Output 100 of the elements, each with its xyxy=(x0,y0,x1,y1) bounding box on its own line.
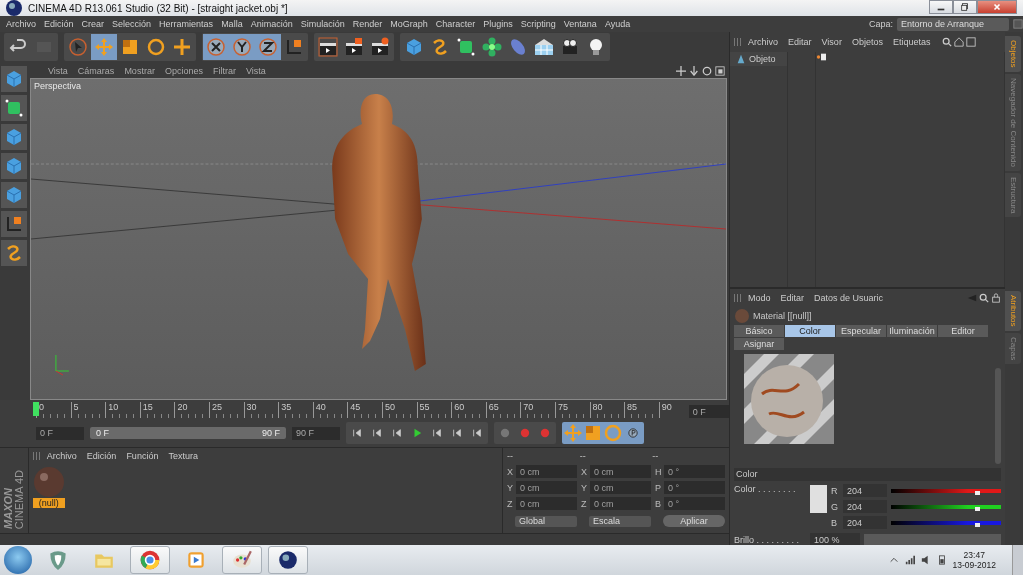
axes-mode-button[interactable] xyxy=(1,211,27,237)
material-menu-item[interactable]: Archivo xyxy=(42,451,81,461)
slider-thumb[interactable] xyxy=(974,522,980,527)
object-menu-item[interactable]: Etiquetas xyxy=(888,37,935,47)
viewport-menu-item[interactable]: Vista xyxy=(241,66,270,76)
channel-value-field[interactable]: 204 xyxy=(843,516,887,529)
coordinate-field[interactable]: 0 cm xyxy=(590,481,651,494)
object-menu-item[interactable]: Visor xyxy=(817,37,846,47)
menu-item[interactable]: Plugins xyxy=(479,19,517,29)
menu-item[interactable]: Ayuda xyxy=(600,19,635,29)
figure-drawing[interactable] xyxy=(332,94,426,371)
viewport-menu-item[interactable]: Opciones xyxy=(160,66,207,76)
coordinate-field[interactable]: 0 cm xyxy=(590,465,651,478)
menu-item[interactable]: Herramientas xyxy=(155,19,218,29)
timeline-ruler[interactable]: 0 5 10 15 20 25 30 35 40 45 50 55 60 65 70 75 80 85 90 xyxy=(36,402,681,418)
menu-item[interactable]: Scripting xyxy=(516,19,560,29)
material-menu-item[interactable]: Edición xyxy=(82,451,121,461)
menu-item[interactable]: Character xyxy=(431,19,480,29)
coordinate-field[interactable]: 0 cm xyxy=(516,497,577,510)
viewport-menu-item[interactable]: Vista xyxy=(44,66,72,76)
close-button[interactable] xyxy=(977,0,1017,14)
search-icon xyxy=(942,37,953,47)
object-row[interactable]: Objeto xyxy=(730,52,787,66)
start-button[interactable] xyxy=(4,546,32,574)
nurbs-cube-mode-button[interactable] xyxy=(1,95,27,121)
taskbar-app-button[interactable] xyxy=(268,546,308,574)
menu-item[interactable]: Animación xyxy=(246,19,297,29)
material-thumbnail[interactable]: (null) xyxy=(32,466,65,508)
side-tab[interactable]: Atributos xyxy=(1005,291,1021,331)
clapper-tool-button[interactable] xyxy=(315,34,341,60)
attribute-menu-item[interactable]: Modo xyxy=(744,293,775,303)
column-header: -- xyxy=(652,451,660,461)
attribute-menu-item[interactable]: Editar xyxy=(776,293,809,303)
apply-button[interactable]: Aplicar xyxy=(663,515,725,527)
search-icon xyxy=(979,293,989,303)
attribute-tab[interactable]: Color xyxy=(785,325,835,337)
grid-icon xyxy=(1013,19,1023,29)
attribute-tab[interactable]: Básico xyxy=(734,325,784,337)
menu-item[interactable]: Malla xyxy=(217,19,247,29)
coordinate-field[interactable]: 0 cm xyxy=(516,465,577,478)
menu-item[interactable]: Simulación xyxy=(296,19,349,29)
layer-dropdown[interactable]: Entorno de Arranque xyxy=(897,17,1009,31)
cube-mode-button[interactable] xyxy=(1,153,27,179)
current-frame-field[interactable]: 0 F xyxy=(688,405,729,418)
coordinate-field[interactable]: 0 ° xyxy=(664,481,725,494)
material-menu-item[interactable]: Función xyxy=(122,451,163,461)
channel-slider[interactable] xyxy=(891,488,1001,493)
menu-item[interactable]: Archivo xyxy=(2,19,40,29)
tags-icon xyxy=(816,52,826,62)
brightness-slider-track[interactable] xyxy=(864,534,1001,545)
play-icon xyxy=(412,428,422,438)
viewport-menu-item[interactable]: Mostrar xyxy=(120,66,159,76)
viewport-menu-item[interactable]: Filtrar xyxy=(208,66,240,76)
x-axis-tool-button[interactable] xyxy=(203,34,229,60)
viewport[interactable]: Perspectiva xyxy=(30,78,727,400)
attribute-tab[interactable]: Especular xyxy=(836,325,886,337)
coordinate-field[interactable]: 0 cm xyxy=(516,481,577,494)
coordinate-field[interactable]: 0 ° xyxy=(664,465,725,478)
axis-gizmo-icon xyxy=(55,354,70,376)
coordinate-field[interactable]: 0 cm xyxy=(590,497,651,510)
menu-item[interactable]: Crear xyxy=(77,19,109,29)
slider-thumb[interactable] xyxy=(974,490,980,495)
menu-item[interactable]: Ventana xyxy=(559,19,601,29)
attribute-tab[interactable]: Asignar xyxy=(734,338,784,350)
playhead-marker[interactable] xyxy=(33,402,39,416)
object-menu-item[interactable]: Editar xyxy=(784,37,816,47)
mode-dropdown[interactable]: Global xyxy=(515,515,577,527)
color-swatch[interactable] xyxy=(810,485,827,513)
minimize-button[interactable] xyxy=(929,0,953,14)
menu-item[interactable]: Render xyxy=(348,19,387,29)
side-tab[interactable]: Objetos xyxy=(1005,36,1021,72)
material-menu-item[interactable]: Textura xyxy=(164,451,202,461)
cube-mode-button[interactable] xyxy=(1,124,27,150)
end-frame-field[interactable]: 90 F xyxy=(292,426,340,440)
menu-item[interactable]: Selección xyxy=(108,19,156,29)
menu-item[interactable]: Edición xyxy=(40,19,78,29)
column-header: -- xyxy=(507,451,514,461)
coordinate-field[interactable]: 0 ° xyxy=(664,497,725,510)
z-axis-tool-button[interactable] xyxy=(255,34,281,60)
slider-thumb[interactable] xyxy=(974,506,980,511)
attribute-tab[interactable]: Iluminación xyxy=(887,325,937,337)
object-menu-item[interactable]: Objetos xyxy=(847,37,887,47)
cube-mode-button[interactable] xyxy=(1,182,27,208)
object-menu-item[interactable]: Archivo xyxy=(744,37,782,47)
mode-dropdown[interactable]: Escala xyxy=(589,515,651,527)
frame-range-slider[interactable]: 0 F 90 F xyxy=(90,427,286,439)
channel-value-field[interactable]: 204 xyxy=(843,500,887,513)
attribute-tab[interactable]: Editor xyxy=(938,325,988,337)
channel-slider[interactable] xyxy=(891,504,1001,509)
attribute-menu-item[interactable]: Datos de Usuaric xyxy=(810,293,888,303)
start-frame-field[interactable]: 0 F xyxy=(36,426,84,440)
move-view-icon xyxy=(676,66,686,76)
restore-button[interactable] xyxy=(953,0,977,14)
viewport-menu-item[interactable]: Cámaras xyxy=(73,66,119,76)
channel-value-field[interactable]: 204 xyxy=(843,484,887,497)
menu-item[interactable]: MoGraph xyxy=(386,19,432,29)
cube-mode-button[interactable] xyxy=(1,66,27,92)
flower-icon xyxy=(482,37,502,57)
spline-mode-button[interactable] xyxy=(1,240,27,266)
channel-slider[interactable] xyxy=(891,520,1001,525)
